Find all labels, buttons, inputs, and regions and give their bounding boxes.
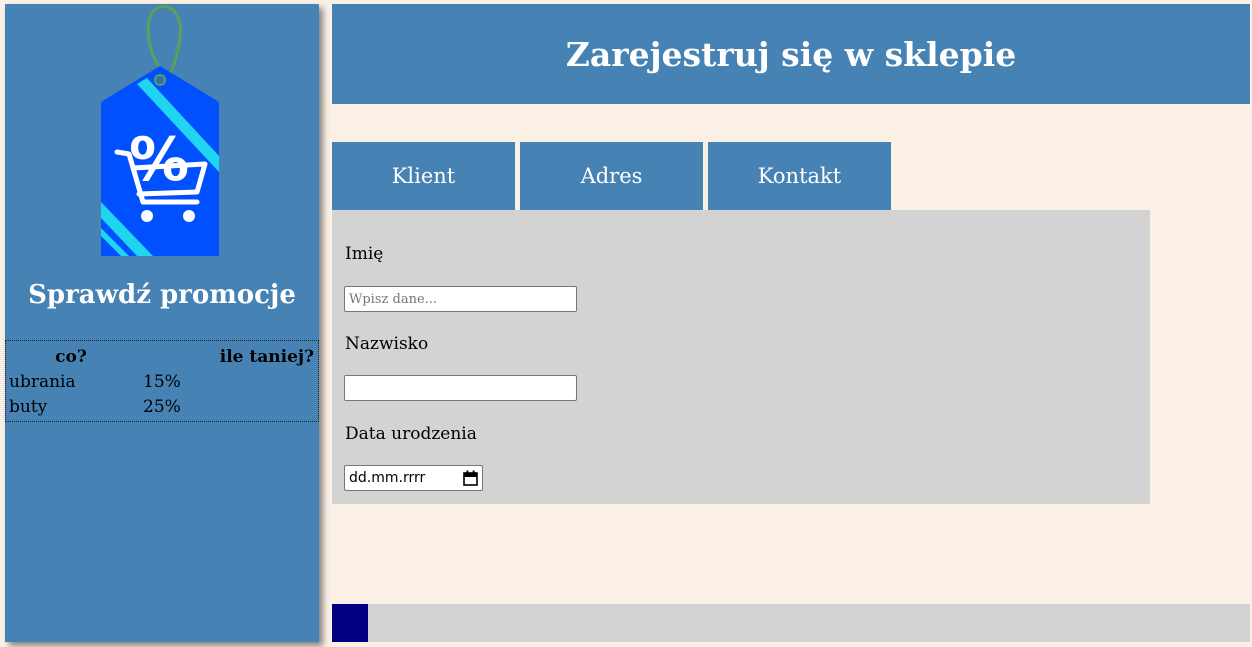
first-name-label: Imię [345,244,384,264]
footer-accent-block [332,604,368,642]
promo-title: Sprawdź promocje [28,280,296,310]
promo-table: co? ile taniej? ubrania 15% buty 25% [5,340,319,422]
registration-form: Imię Nazwisko Data urodzenia dd.mm.rrrr [332,210,1150,504]
first-name-input[interactable] [344,286,577,312]
last-name-label: Nazwisko [345,334,429,354]
birthdate-placeholder: dd.mm.rrrr [349,470,426,486]
tab-kontakt[interactable]: Kontakt [708,142,891,210]
table-cell: 15% [143,371,181,392]
birthdate-label: Data urodzenia [345,424,477,444]
page-title: Zarejestruj się w sklepie [332,4,1250,104]
birthdate-input[interactable]: dd.mm.rrrr [344,465,483,491]
calendar-icon[interactable] [463,470,478,486]
sidebar: % Sprawdź promocje co? ile taniej? ubran… [5,4,319,642]
table-row: ubrania 15% [6,369,318,394]
price-tag-percent-cart-icon: % [101,5,219,256]
tab-adres[interactable]: Adres [520,142,703,210]
table-row: buty 25% [6,394,318,421]
footer-bar [332,604,1250,642]
tab-klient[interactable]: Klient [332,142,515,210]
table-cell: ubrania [9,371,76,392]
table-cell: buty [9,396,48,417]
table-cell: 25% [143,396,181,417]
column-header: co? [55,347,87,367]
last-name-input[interactable] [344,375,577,401]
column-header: ile taniej? [219,347,314,367]
table-header-row: co? ile taniej? [6,341,318,369]
